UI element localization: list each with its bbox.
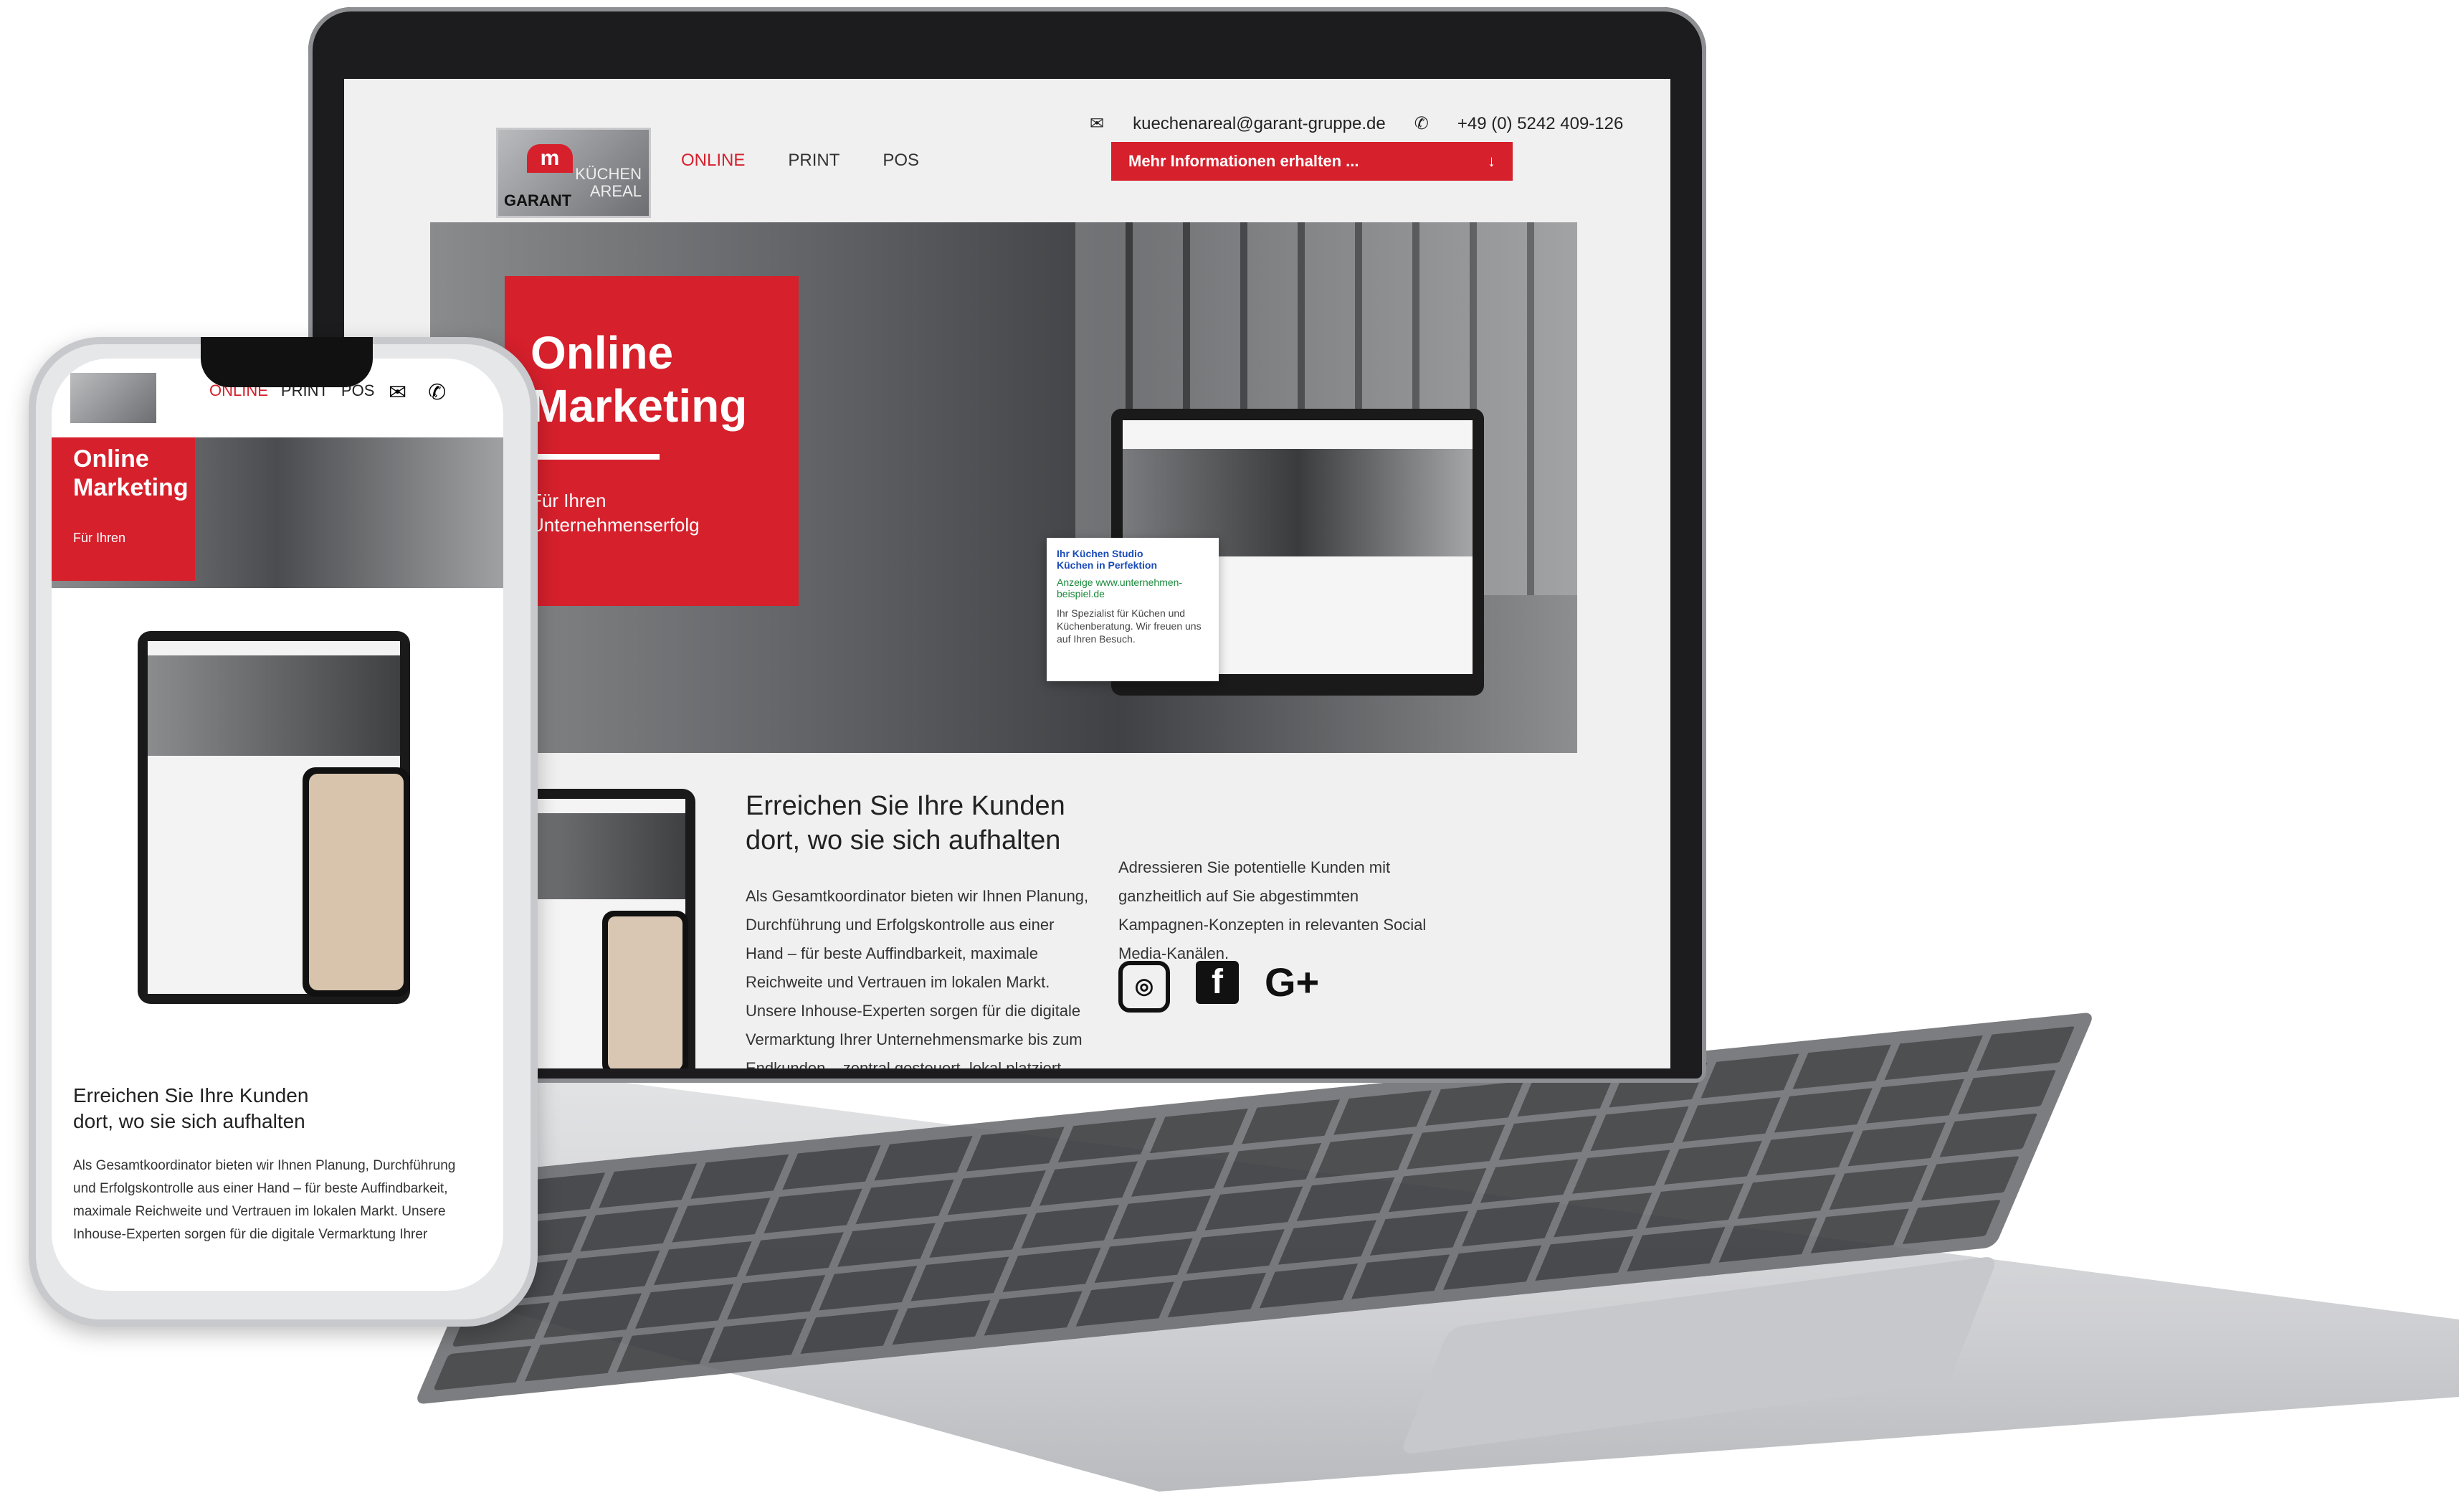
social-links: ◎ f G+ <box>1118 961 1319 1013</box>
hero-subtitle: Für Ihren Unternehmenserfolg <box>531 488 773 537</box>
section-body: Als Gesamtkoordinator bieten wir Ihnen P… <box>746 887 1089 1068</box>
ad-url-line: Anzeige www.unternehmen-beispiel.de <box>1057 577 1209 599</box>
phone-hero-subtitle: Für Ihren <box>73 531 126 545</box>
phone-mockup-phone <box>303 767 410 997</box>
phone-notch <box>201 337 373 387</box>
phone-hero-box: Online Marketing Für Ihren <box>52 437 195 581</box>
hero-title: Online Marketing <box>531 326 773 432</box>
hero-banner: Online Marketing Für Ihren Unternehmense… <box>430 222 1577 753</box>
ad-title: Ihr Küchen Studio <box>1057 548 1143 559</box>
phone-icon[interactable]: ✆ <box>1414 113 1429 134</box>
hero-title-line: Online <box>531 327 674 379</box>
phone-screen: ONLINE PRINT POS ✉ ✆ Online Marketing Fü… <box>52 359 503 1291</box>
phone-hero-title-line: Online <box>73 445 149 473</box>
section-title-line: Erreichen Sie Ihre Kunden <box>746 791 1065 821</box>
nav-print[interactable]: PRINT <box>788 151 839 171</box>
phone-section-body: Als Gesamtkoordinator bieten wir Ihnen P… <box>73 1158 456 1242</box>
ad-title-2: Küchen in Perfektion <box>1057 559 1158 571</box>
phone-icon[interactable]: ✆ <box>428 380 446 405</box>
phone-hero: Online Marketing Für Ihren <box>52 437 503 588</box>
contact-phone[interactable]: +49 (0) 5242 409-126 <box>1457 114 1624 134</box>
logo-kuechen-areal: KÜCHEN AREAL <box>575 166 642 200</box>
cta-label: Mehr Informationen erhalten ... <box>1128 152 1359 170</box>
phone-hero-title-line: Marketing <box>73 474 189 501</box>
search-ad-card: Ihr Küchen Studio Küchen in Perfektion A… <box>1047 538 1219 681</box>
ad-tag: Anzeige <box>1057 577 1093 588</box>
mockup-phone-image <box>602 911 688 1068</box>
logo-mark: m <box>527 144 573 173</box>
phone-mockup-tablet <box>138 631 410 1004</box>
logo-areal: AREAL <box>589 182 642 200</box>
phone-hero-title: Online Marketing <box>73 445 189 502</box>
mockup-phone-photo <box>608 916 682 1068</box>
logo-kuechen: KÜCHEN <box>575 165 642 183</box>
instagram-icon[interactable]: ◎ <box>1118 961 1170 1013</box>
phone-mockup-photo <box>309 774 404 990</box>
mail-icon[interactable]: ✉ <box>389 380 406 405</box>
arrow-down-icon: ↓ <box>1488 152 1495 170</box>
nav-pos[interactable]: POS <box>883 151 919 171</box>
hero-subtitle-line: Unternehmenserfolg <box>531 514 700 536</box>
logo-garant: GARANT <box>504 191 572 209</box>
contact-email[interactable]: kuechenareal@garant-gruppe.de <box>1133 114 1386 134</box>
ad-description: Ihr Spezialist für Küchen und Küchenbera… <box>1057 607 1202 645</box>
section-title: Erreichen Sie Ihre Kunden dort, wo sie s… <box>746 789 1065 858</box>
main-nav: ONLINE PRINT POS <box>681 151 919 171</box>
social-text: Adressieren Sie potentielle Kunden mit g… <box>1118 858 1427 962</box>
nav-online[interactable]: ONLINE <box>681 151 745 171</box>
info-cta-button[interactable]: Mehr Informationen erhalten ... ↓ <box>1111 142 1513 181</box>
mail-icon[interactable]: ✉ <box>1090 113 1104 134</box>
phone-contact-icons: ✉ ✆ <box>389 380 446 405</box>
contact-bar: ✉ kuechenareal@garant-gruppe.de ✆ +49 (0… <box>1090 113 1623 134</box>
phone-section-title-line: dort, wo sie sich aufhalten <box>73 1110 305 1132</box>
section-title-line: dort, wo sie sich aufhalten <box>746 825 1061 855</box>
hero-box: Online Marketing Für Ihren Unternehmense… <box>505 276 799 606</box>
phone-mockup-kitchen <box>148 655 400 756</box>
phone-site-logo[interactable] <box>70 373 156 423</box>
google-plus-icon[interactable]: G+ <box>1265 961 1319 1004</box>
hero-divider <box>531 454 660 460</box>
site-logo[interactable]: m GARANT KÜCHEN AREAL <box>496 128 651 218</box>
laptop-screen: ✉ kuechenareal@garant-gruppe.de ✆ +49 (0… <box>344 79 1670 1068</box>
phone-section-title: Erreichen Sie Ihre Kunden dort, wo sie s… <box>73 1083 308 1134</box>
phone-section-title-line: Erreichen Sie Ihre Kunden <box>73 1084 309 1106</box>
facebook-icon[interactable]: f <box>1196 961 1239 1004</box>
hero-title-line: Marketing <box>531 380 748 432</box>
hero-subtitle-line: Für Ihren <box>531 490 607 511</box>
